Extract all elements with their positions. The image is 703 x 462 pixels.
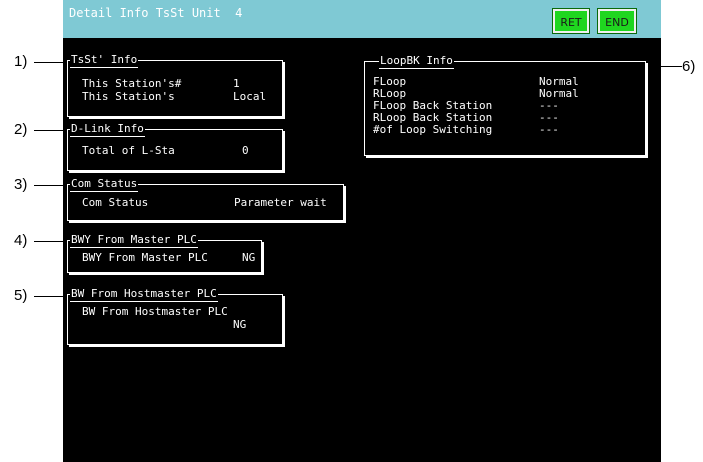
title-bar: Detail Info TsSt Unit 4 RET END [63, 0, 661, 38]
dlink-info-panel: D-Link Info Total of L-Sta 0 [67, 122, 283, 171]
bw-hostmaster-title: BW From Hostmaster PLC [70, 287, 218, 302]
total-lsta-value: 0 [242, 144, 249, 157]
station-number-label: This Station's# [82, 77, 182, 90]
bwy-master-title: BWY From Master PLC [70, 233, 198, 248]
station-type-value: Local [233, 90, 267, 103]
dlink-info-title: D-Link Info [70, 122, 145, 137]
bwy-master-panel: BWY From Master PLC BWY From Master PLC … [67, 233, 262, 273]
com-status-panel: Com Status Com Status Parameter wait [67, 177, 344, 221]
callout-1: 1) [14, 53, 28, 70]
screen-title: Detail Info TsSt Unit 4 [69, 6, 243, 20]
callout-2: 2) [14, 121, 28, 138]
tsst-info-title: TsSt' Info [70, 53, 139, 68]
bwy-master-value: NG [242, 251, 256, 264]
com-status-value: Parameter wait [234, 196, 327, 209]
callout-4: 4) [14, 232, 28, 249]
bw-hostmaster-panel: BW From Hostmaster PLC BW From Hostmaste… [67, 287, 283, 345]
ret-button[interactable]: RET [552, 8, 590, 34]
bwy-master-label: BWY From Master PLC [82, 251, 208, 264]
callout-6: 6) [682, 58, 696, 75]
bw-hostmaster-value: NG [233, 318, 247, 331]
callout-5: 5) [14, 287, 28, 304]
total-lsta-label: Total of L-Sta [82, 144, 175, 157]
loopbk-info-title: LoopBK Info [379, 54, 454, 69]
bw-hostmaster-label: BW From Hostmaster PLC [82, 305, 228, 318]
callout-3: 3) [14, 176, 28, 193]
loop-switching-count-label: #of Loop Switching [373, 123, 493, 136]
com-status-label: Com Status [82, 196, 149, 209]
loop-switching-count-value: --- [539, 123, 559, 136]
station-type-label: This Station's [82, 90, 175, 103]
loopbk-info-panel: LoopBK Info FLoop Normal RLoop Normal FL… [364, 54, 646, 156]
got-screen: Detail Info TsSt Unit 4 RET END TsSt' In… [63, 0, 661, 462]
tsst-info-panel: TsSt' Info This Station's# 1 This Statio… [67, 53, 283, 117]
com-status-title: Com Status [70, 177, 139, 192]
station-number-value: 1 [233, 77, 240, 90]
end-button[interactable]: END [597, 8, 637, 34]
